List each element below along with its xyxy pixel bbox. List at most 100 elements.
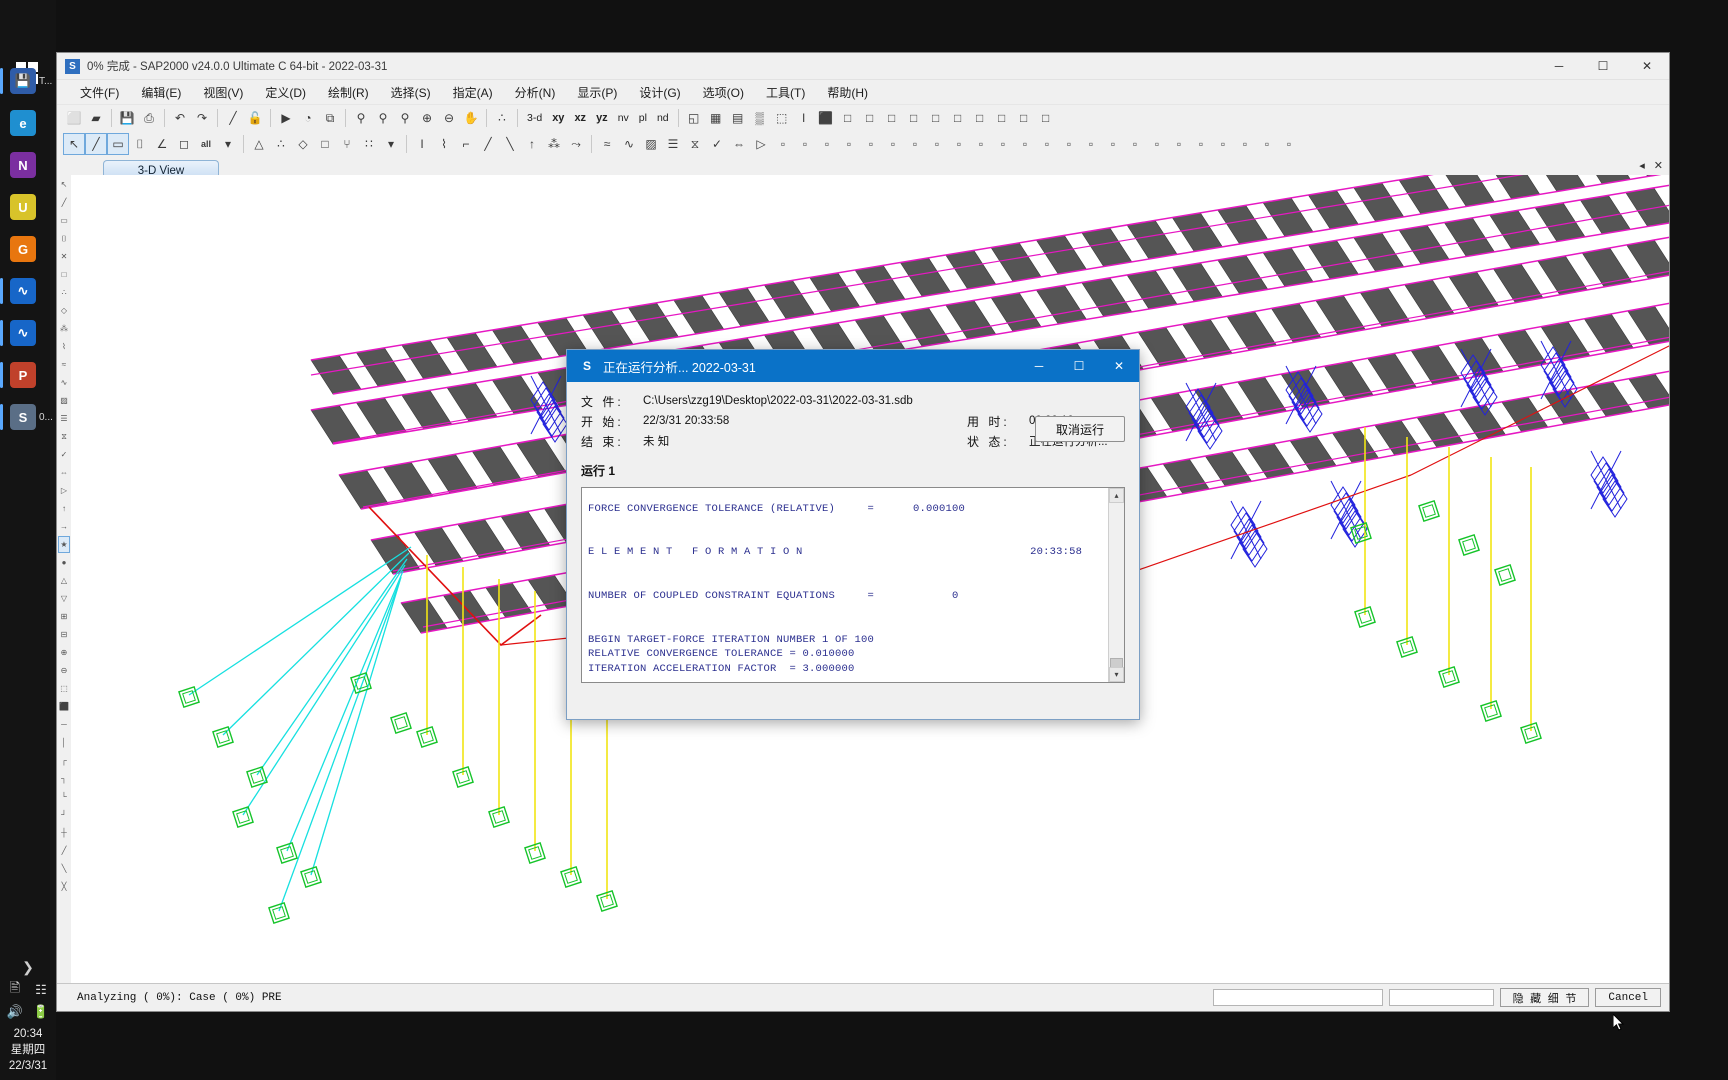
toolbar2-extra-icon-16[interactable]: ▫ <box>1124 133 1146 155</box>
view-pl-label[interactable]: pl <box>634 112 652 124</box>
cancel-button[interactable]: Cancel <box>1595 988 1661 1007</box>
rail-icon-25[interactable]: ⊟ <box>58 626 70 643</box>
taskbar-item-ultraedit[interactable]: U <box>0 186 56 228</box>
draw-dropdown-icon[interactable]: ▾ <box>380 133 402 155</box>
rail-icon-34[interactable]: └ <box>58 788 70 805</box>
toolbar2-extra-icon-0[interactable]: ▫ <box>772 133 794 155</box>
rail-icon-5[interactable]: □ <box>58 266 70 283</box>
new-file-icon[interactable]: ⬜ <box>63 107 85 129</box>
toolbar2-extra-icon-11[interactable]: ▫ <box>1014 133 1036 155</box>
draw-poly-area-icon[interactable]: ◇ <box>292 133 314 155</box>
rail-icon-20[interactable]: ★ <box>58 536 70 553</box>
assign-joint-spring-icon[interactable]: ⌇ <box>433 133 455 155</box>
toolbar2-extra-icon-19[interactable]: ▫ <box>1190 133 1212 155</box>
log-scroll-up-icon[interactable]: ▴ <box>1109 488 1124 503</box>
display-stress-icon[interactable]: ▨ <box>640 133 662 155</box>
view-nd-label[interactable]: nd <box>652 112 674 124</box>
rail-icon-22[interactable]: △ <box>58 572 70 589</box>
toolbar2-extra-icon-3[interactable]: ▫ <box>838 133 860 155</box>
tray-weekday[interactable]: 星期四 <box>0 1042 56 1058</box>
taskbar-item-edge-browser[interactable]: e <box>0 102 56 144</box>
toolbar2-extra-icon-12[interactable]: ▫ <box>1036 133 1058 155</box>
rail-icon-26[interactable]: ⊕ <box>58 644 70 661</box>
analysis-log-panel[interactable]: FORCE CONVERGENCE TOLERANCE (RELATIVE) =… <box>581 487 1125 683</box>
select-line-icon[interactable]: ╱ <box>85 133 107 155</box>
blue-chart-app-1-icon[interactable]: ∿ <box>10 278 36 304</box>
scale-icon[interactable]: ⇔ <box>728 133 750 155</box>
display-deformed-icon[interactable]: ∿ <box>618 133 640 155</box>
assign-frame-load-icon[interactable]: ╱ <box>477 133 499 155</box>
toolbar-extra-icon-2[interactable]: □ <box>881 107 903 129</box>
cancel-run-button[interactable]: 取消运行 <box>1035 416 1125 442</box>
battery-icon[interactable]: 🔋 <box>32 1004 50 1020</box>
zoom-previous-icon[interactable]: ⚲ <box>394 107 416 129</box>
toolbar2-extra-icon-18[interactable]: ▫ <box>1168 133 1190 155</box>
dialog-close-button[interactable]: ✕ <box>1099 350 1139 382</box>
sap2000-taskbar-icon[interactable]: S <box>10 404 36 430</box>
rail-icon-9[interactable]: ⌇ <box>58 338 70 355</box>
select-area-icon[interactable]: ▭ <box>107 133 129 155</box>
rail-icon-12[interactable]: ▨ <box>58 392 70 409</box>
menu-select[interactable]: 选择(S) <box>380 82 442 103</box>
toolbar2-extra-icon-7[interactable]: ▫ <box>926 133 948 155</box>
toolbar2-extra-icon-13[interactable]: ▫ <box>1058 133 1080 155</box>
select-window-icon[interactable]: ⌷ <box>129 133 151 155</box>
rail-icon-27[interactable]: ⊖ <box>58 662 70 679</box>
taskbar-item-gold-app[interactable]: G <box>0 228 56 270</box>
view-yz-label[interactable]: yz <box>591 112 613 124</box>
view-xz-label[interactable]: xz <box>569 112 591 124</box>
toolbar2-extra-icon-17[interactable]: ▫ <box>1146 133 1168 155</box>
toolbar-extra-icon-9[interactable]: □ <box>1035 107 1057 129</box>
rail-icon-19[interactable]: → <box>58 518 70 535</box>
dialog-maximize-button[interactable]: ☐ <box>1059 350 1099 382</box>
assign-joint-restraint-icon[interactable]: I <box>411 133 433 155</box>
rail-icon-31[interactable]: │ <box>58 734 70 751</box>
rail-icon-21[interactable]: ● <box>58 554 70 571</box>
toolbar2-extra-icon-21[interactable]: ▫ <box>1234 133 1256 155</box>
rail-icon-23[interactable]: ▽ <box>58 590 70 607</box>
tab-close-icon[interactable]: ✕ <box>1654 159 1663 172</box>
toolbar-extra-icon-8[interactable]: □ <box>1013 107 1035 129</box>
quick-draw-frame-icon[interactable]: ⑂ <box>336 133 358 155</box>
ultraedit-icon[interactable]: U <box>10 194 36 220</box>
rail-icon-16[interactable]: ⇔ <box>58 464 70 481</box>
rail-icon-18[interactable]: ↑ <box>58 500 70 517</box>
toolbar2-extra-icon-22[interactable]: ▫ <box>1256 133 1278 155</box>
lock-icon[interactable]: 🔓 <box>244 107 266 129</box>
menu-display[interactable]: 显示(P) <box>566 82 628 103</box>
view-3d-label[interactable]: 3-d <box>522 112 547 124</box>
draw-frame-icon[interactable]: △ <box>248 133 270 155</box>
rail-icon-28[interactable]: ⬚ <box>58 680 70 697</box>
menu-help[interactable]: 帮助(H) <box>816 82 879 103</box>
rail-icon-3[interactable]: ⌷ <box>58 230 70 247</box>
select-point-icon[interactable]: ↖ <box>63 133 85 155</box>
design-check-icon[interactable]: ✓ <box>706 133 728 155</box>
text-tool-icon[interactable]: I <box>793 107 815 129</box>
set-display-options-icon[interactable]: ∴ <box>491 107 513 129</box>
run-analysis-icon[interactable]: ▶ <box>275 107 297 129</box>
rail-icon-39[interactable]: ╳ <box>58 878 70 895</box>
table-display-icon[interactable]: ☰ <box>662 133 684 155</box>
refresh-window-icon[interactable]: ⧉ <box>319 107 341 129</box>
rail-icon-38[interactable]: ╲ <box>58 860 70 877</box>
rail-icon-7[interactable]: ◇ <box>58 302 70 319</box>
object-shrink-icon[interactable]: ▦ <box>705 107 727 129</box>
menu-edit[interactable]: 编辑(E) <box>130 82 192 103</box>
toolbar2-extra-icon-14[interactable]: ▫ <box>1080 133 1102 155</box>
run-cycle-icon[interactable]: ◔ <box>297 107 319 129</box>
menu-design[interactable]: 设计(G) <box>628 82 691 103</box>
toolbar2-extra-icon-5[interactable]: ▫ <box>882 133 904 155</box>
toolbar-extra-icon-0[interactable]: □ <box>837 107 859 129</box>
rail-icon-29[interactable]: ⬛ <box>58 698 70 715</box>
display-forces-icon[interactable]: ≈ <box>596 133 618 155</box>
rail-icon-30[interactable]: ─ <box>58 716 70 733</box>
section-cut-icon[interactable]: ⧖ <box>684 133 706 155</box>
toolbar2-extra-icon-1[interactable]: ▫ <box>794 133 816 155</box>
toolbar2-extra-icon-8[interactable]: ▫ <box>948 133 970 155</box>
display-options-icon[interactable]: ⬛ <box>815 107 837 129</box>
tray-expand-icon[interactable]: ❯ <box>0 959 56 976</box>
save-icon[interactable]: 💾 <box>116 107 138 129</box>
perspective-icon[interactable]: ◱ <box>683 107 705 129</box>
edit-pen-icon[interactable]: ╱ <box>222 107 244 129</box>
rail-icon-35[interactable]: ┘ <box>58 806 70 823</box>
